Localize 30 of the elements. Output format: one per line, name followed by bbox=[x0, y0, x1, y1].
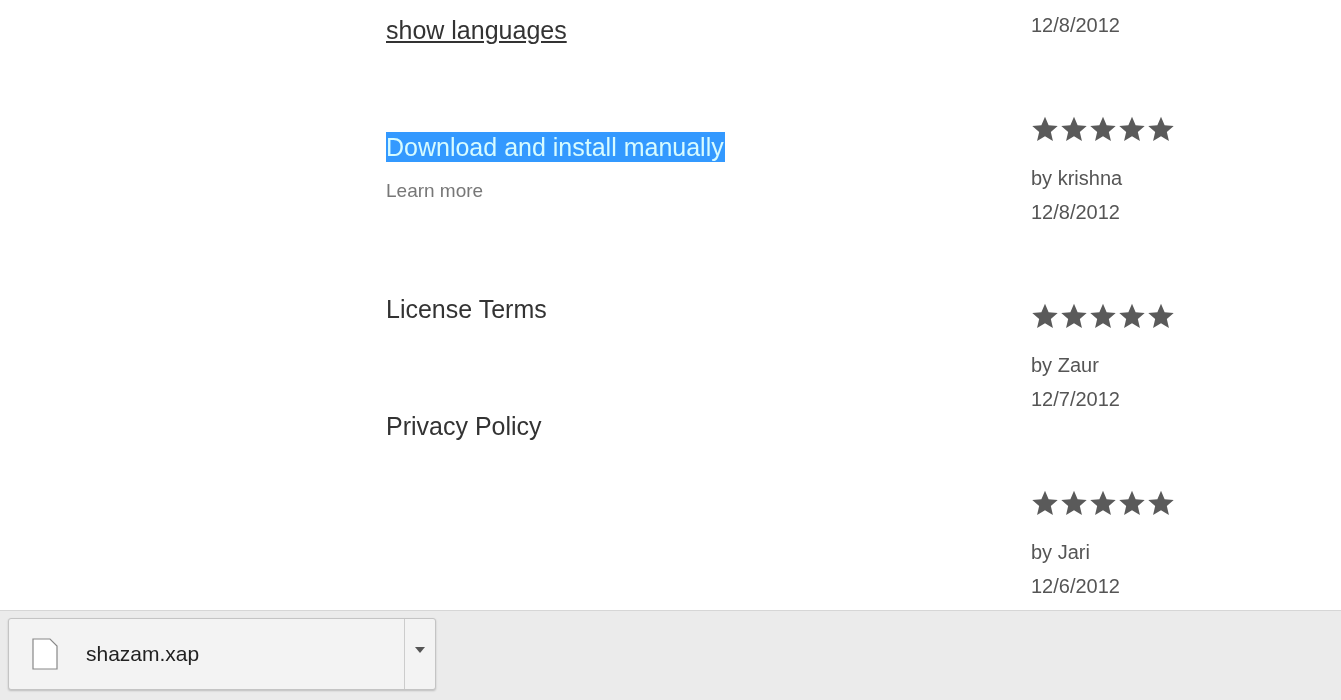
review-author: by krishna bbox=[1031, 166, 1123, 191]
file-name: shazam.xap bbox=[86, 642, 200, 666]
file-icon bbox=[32, 638, 58, 670]
star-icon bbox=[1089, 115, 1117, 143]
star-icon bbox=[1031, 489, 1059, 517]
show-languages-link[interactable]: show languages bbox=[386, 15, 567, 45]
review-date: 12/8/2012 bbox=[1031, 200, 1120, 225]
star-icon bbox=[1060, 302, 1088, 330]
star-icon bbox=[1147, 302, 1175, 330]
star-icon bbox=[1031, 302, 1059, 330]
star-icon bbox=[1089, 489, 1117, 517]
caret-icon[interactable] bbox=[415, 647, 425, 653]
star-icon bbox=[1147, 115, 1175, 143]
review-date: 12/8/2012 bbox=[1031, 13, 1120, 38]
star-icon bbox=[1060, 115, 1088, 143]
download-item[interactable]: shazam.xap bbox=[8, 618, 436, 690]
star-icon bbox=[1118, 115, 1146, 143]
license-terms-link[interactable]: License Terms bbox=[386, 294, 547, 324]
review-date: 12/6/2012 bbox=[1031, 574, 1120, 599]
star-icon bbox=[1089, 302, 1117, 330]
star-icon bbox=[1118, 302, 1146, 330]
review-author: by Zaur bbox=[1031, 353, 1099, 378]
star-icon bbox=[1118, 489, 1146, 517]
review-date: 12/7/2012 bbox=[1031, 387, 1120, 412]
star-icon bbox=[1031, 115, 1059, 143]
learn-more-link[interactable]: Learn more bbox=[386, 180, 484, 202]
star-icon bbox=[1147, 489, 1175, 517]
privacy-policy-link[interactable]: Privacy Policy bbox=[386, 411, 542, 441]
star-icon bbox=[1060, 489, 1088, 517]
review-author: by Jari bbox=[1031, 540, 1090, 565]
